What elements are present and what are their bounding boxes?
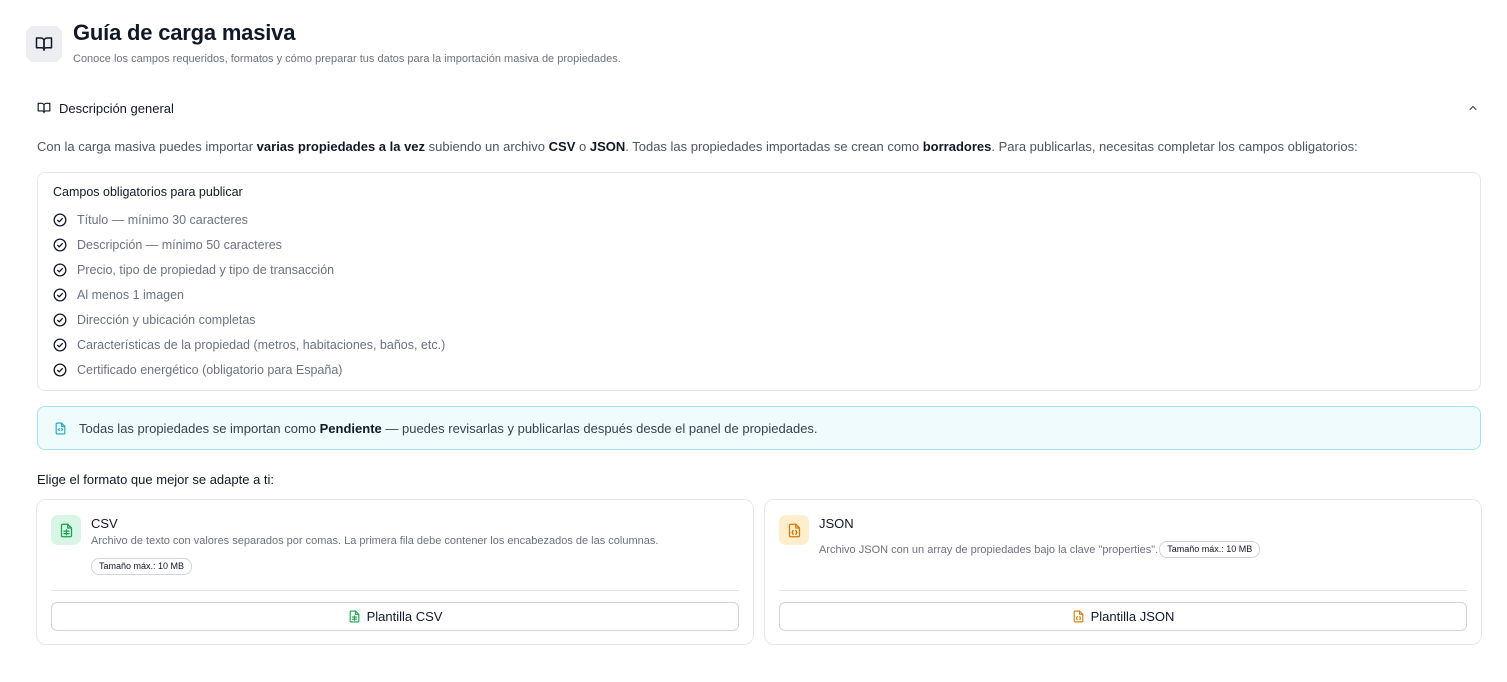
required-fields-list: Título — mínimo 30 caracteres Descripció… bbox=[52, 207, 445, 382]
list-item: Certificado energético (obligatorio para… bbox=[52, 357, 445, 382]
list-item: Al menos 1 imagen bbox=[52, 282, 445, 307]
section-header-overview[interactable]: Descripción general bbox=[37, 98, 1481, 118]
max-size-badge: Tamaño máx.: 10 MB bbox=[91, 558, 193, 575]
divider bbox=[51, 590, 739, 591]
download-csv-template-button[interactable]: Plantilla CSV bbox=[51, 602, 739, 631]
max-size-badge: Tamaño máx.: 10 MB bbox=[1159, 541, 1261, 558]
book-open-icon bbox=[26, 26, 62, 62]
list-item: Título — mínimo 30 caracteres bbox=[52, 207, 445, 232]
file-spreadsheet-icon bbox=[348, 610, 361, 623]
format-description: Archivo JSON con un array de propiedades… bbox=[819, 541, 1261, 558]
format-name: CSV bbox=[91, 516, 118, 531]
page-subtitle: Conoce los campos requeridos, formatos y… bbox=[73, 53, 621, 65]
list-item: Precio, tipo de propiedad y tipo de tran… bbox=[52, 257, 445, 282]
info-text: Todas las propiedades se importan como P… bbox=[79, 420, 818, 436]
book-open-icon bbox=[37, 101, 51, 115]
page-title: Guía de carga masiva bbox=[73, 20, 296, 45]
chevron-up-icon[interactable] bbox=[1465, 100, 1481, 116]
check-circle-icon bbox=[52, 362, 67, 377]
required-fields-box: Campos obligatorios para publicar Título… bbox=[37, 172, 1481, 391]
check-circle-icon bbox=[52, 312, 67, 327]
file-code-icon bbox=[53, 421, 67, 435]
check-circle-icon bbox=[52, 212, 67, 227]
list-item: Características de la propiedad (metros,… bbox=[52, 332, 445, 357]
file-json-icon bbox=[1072, 610, 1085, 623]
info-banner: Todas las propiedades se importan como P… bbox=[37, 406, 1481, 450]
format-name: JSON bbox=[819, 516, 854, 531]
file-json-icon bbox=[779, 515, 809, 545]
json-format-card: JSON Archivo JSON con un array de propie… bbox=[764, 499, 1482, 645]
check-circle-icon bbox=[52, 262, 67, 277]
format-description: Archivo de texto con valores separados p… bbox=[91, 535, 659, 547]
check-circle-icon bbox=[52, 287, 67, 302]
required-fields-title: Campos obligatorios para publicar bbox=[53, 185, 243, 199]
divider bbox=[779, 590, 1467, 591]
check-circle-icon bbox=[52, 337, 67, 352]
section-title: Descripción general bbox=[59, 100, 174, 116]
file-spreadsheet-icon bbox=[51, 515, 81, 545]
intro-text: Con la carga masiva puedes importar vari… bbox=[37, 139, 1358, 154]
list-item: Dirección y ubicación completas bbox=[52, 307, 445, 332]
download-json-template-button[interactable]: Plantilla JSON bbox=[779, 602, 1467, 631]
list-item: Descripción — mínimo 50 caracteres bbox=[52, 232, 445, 257]
check-circle-icon bbox=[52, 237, 67, 252]
format-choice-label: Elige el formato que mejor se adapte a t… bbox=[37, 472, 275, 487]
